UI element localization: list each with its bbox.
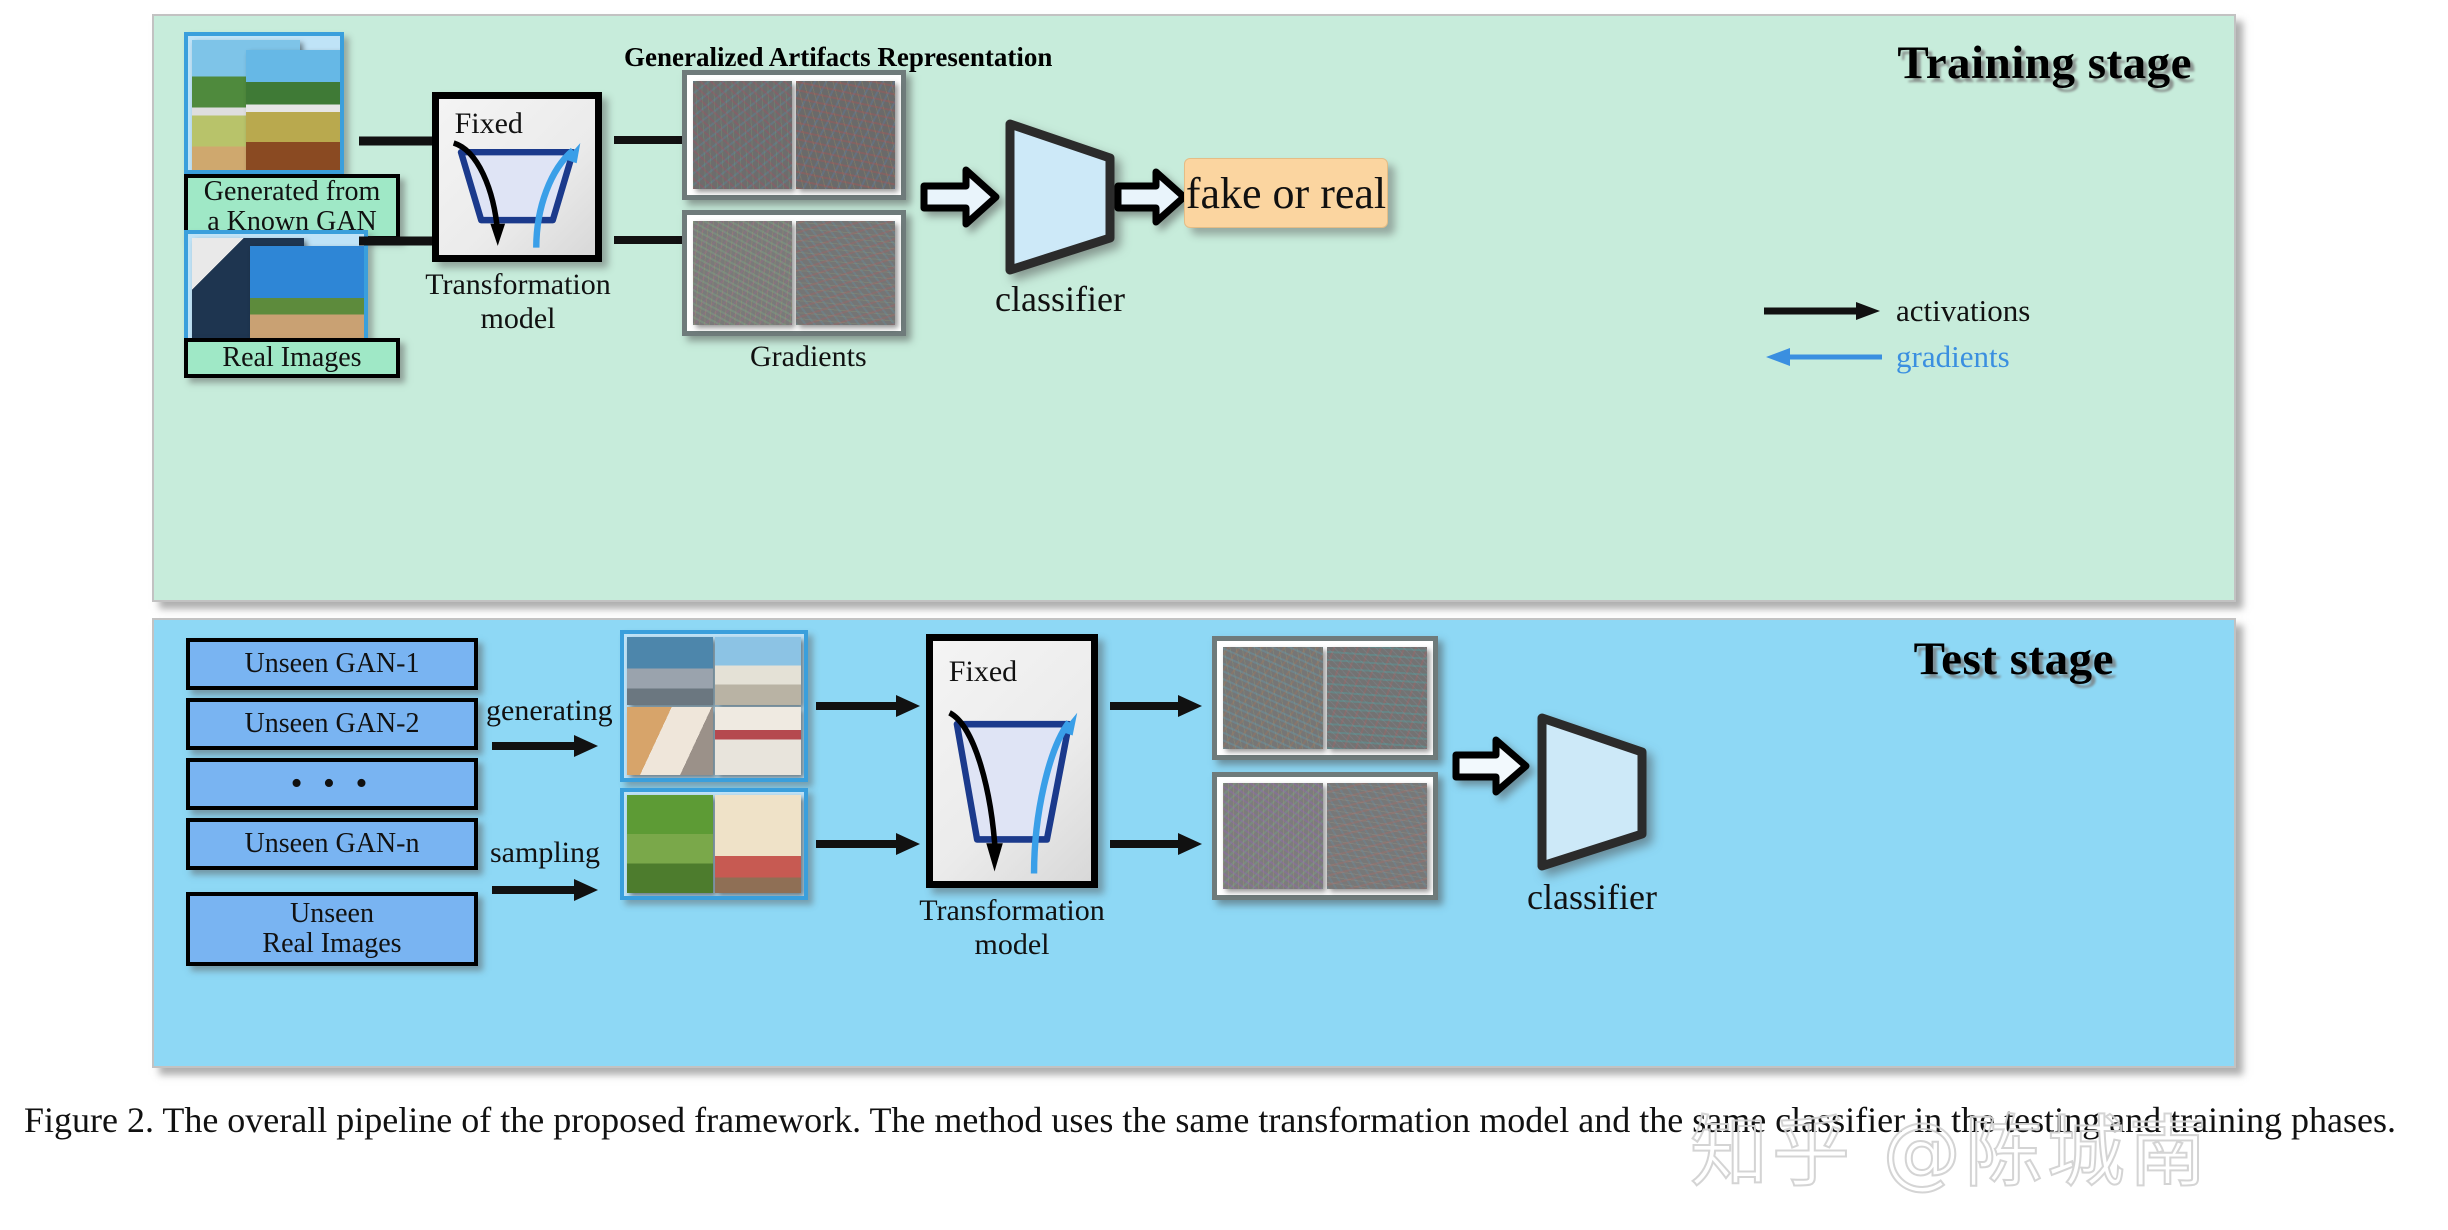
classifier-label-training: classifier — [995, 279, 1125, 319]
thumb-image — [715, 707, 801, 775]
arrow-generating — [492, 734, 600, 758]
thumb-image — [715, 795, 801, 893]
thumb-image — [627, 707, 713, 775]
gradient-image — [1327, 783, 1427, 889]
artifact-image — [693, 81, 792, 189]
transformation-model-box-test: Fixed — [926, 634, 1098, 888]
thumb-image — [627, 637, 713, 705]
legend: activations gradients — [1764, 288, 2030, 380]
arrow-real-to-model-test — [816, 832, 922, 856]
artifact-image — [1327, 647, 1427, 749]
artifacts-representation-images-test — [1212, 636, 1438, 760]
arrow-right-icon — [1764, 302, 1880, 320]
arrow-model-to-gradients-test — [1110, 832, 1204, 856]
test-stage-title: Test stage — [1913, 633, 2114, 685]
gradients-images-test — [1212, 772, 1438, 900]
generated-images-thumb — [184, 32, 344, 174]
classifier-shape-test — [1532, 708, 1650, 874]
transformation-model-box-training: Fixed — [432, 92, 602, 262]
arrow-model-to-artifacts-test — [1110, 694, 1204, 718]
thumb-image — [627, 795, 713, 893]
real-images-label: Real Images — [184, 338, 400, 378]
output-badge-fake-or-real: fake or real — [1184, 158, 1388, 228]
operation-label-generating: generating — [486, 694, 613, 727]
figure-caption: Figure 2. The overall pipeline of the pr… — [24, 1100, 2397, 1140]
funnel-diagram-icon — [452, 140, 581, 248]
generated-images-grid-test — [620, 630, 808, 782]
classifier-shape-training — [1002, 114, 1118, 278]
source-unseen-gan-n: Unseen GAN-n — [186, 818, 478, 870]
training-stage-panel: Training stage Generated from a Known GA… — [152, 14, 2236, 602]
legend-row-gradients: gradients — [1764, 334, 2030, 380]
source-unseen-gan-2: Unseen GAN-2 — [186, 698, 478, 750]
legend-row-activations: activations — [1764, 288, 2030, 334]
funnel-diagram-icon — [948, 710, 1078, 874]
gradient-image — [1223, 783, 1323, 889]
figure-root: Training stage Generated from a Known GA… — [0, 0, 2448, 1230]
artifacts-representation-title: Generalized Artifacts Representation — [624, 42, 1053, 72]
legend-label-gradients: gradients — [1896, 339, 2010, 374]
real-images-grid-test — [620, 788, 808, 900]
gradients-images — [682, 210, 906, 336]
operation-label-sampling: sampling — [490, 836, 600, 869]
arrow-to-classifier-test — [1452, 736, 1530, 796]
artifacts-representation-images — [682, 70, 906, 200]
transformation-model-caption-test: Transformation model — [919, 894, 1105, 961]
arrow-sampling — [492, 878, 600, 902]
thumb-image — [715, 637, 801, 705]
legend-label-activations: activations — [1896, 293, 2031, 328]
gradient-image — [693, 221, 792, 325]
source-unseen-real-images: Unseen Real Images — [186, 892, 478, 966]
arrow-to-classifier-training — [920, 166, 1000, 228]
gradient-image — [796, 221, 895, 325]
gradients-title: Gradients — [750, 340, 867, 373]
artifact-image — [796, 81, 895, 189]
source-ellipsis: • • • — [186, 758, 478, 810]
arrow-left-icon — [1766, 348, 1882, 366]
arrow-generated-to-model-test — [816, 694, 922, 718]
thumb-image — [246, 50, 340, 170]
arrow-classifier-to-output — [1114, 168, 1188, 226]
transformation-model-caption-training: Transformation model — [425, 268, 611, 335]
source-unseen-gan-1: Unseen GAN-1 — [186, 638, 478, 690]
artifact-image — [1223, 647, 1323, 749]
test-stage-panel: Test stage Unseen GAN-1 Unseen GAN-2 • •… — [152, 618, 2236, 1068]
classifier-label-test: classifier — [1527, 877, 1657, 917]
training-stage-title: Training stage — [1897, 37, 2192, 89]
